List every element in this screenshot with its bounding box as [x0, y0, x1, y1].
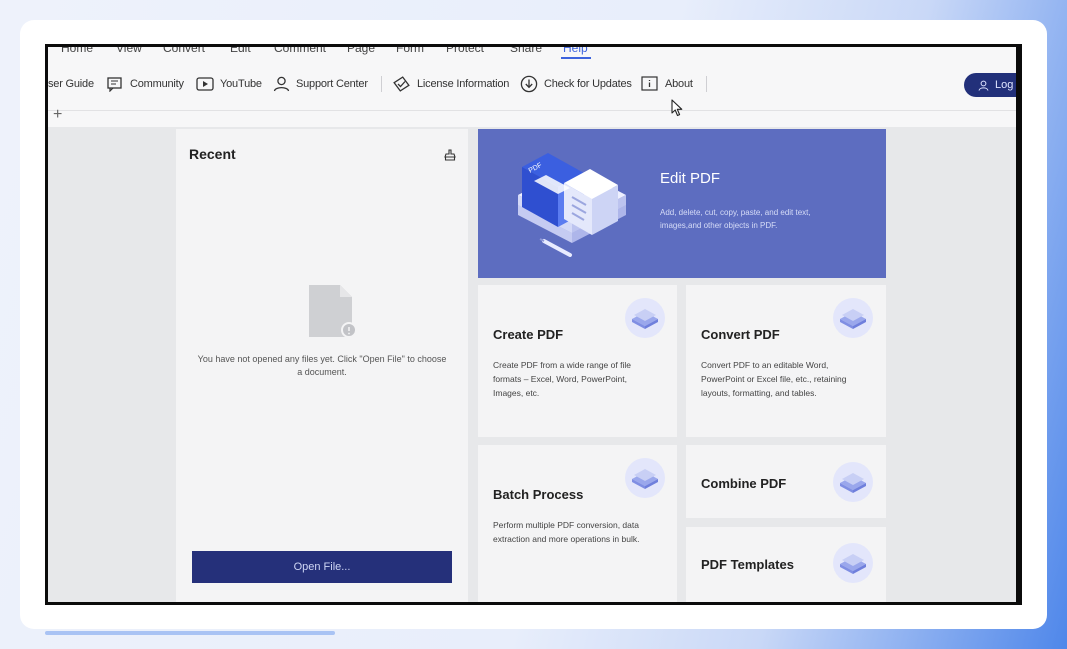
empty-recent-message: You have not opened any files yet. Click… — [197, 354, 447, 377]
menu-edit[interactable]: Edit — [230, 47, 251, 55]
menu-form[interactable]: Form — [396, 47, 424, 55]
login-label: Log — [995, 79, 1014, 91]
menu-protect[interactable]: Protect — [446, 47, 484, 55]
community-label: Community — [130, 78, 184, 90]
batch-process-card[interactable]: Batch Process Perform multiple PDF conve… — [478, 445, 677, 602]
check-for-updates-label: Check for Updates — [544, 78, 632, 90]
edit-pdf-title: Edit PDF — [660, 170, 721, 187]
video-progress-bar[interactable] — [45, 631, 335, 635]
check-for-updates-button[interactable]: Check for Updates — [520, 74, 632, 94]
info-icon — [641, 76, 658, 91]
menu-home[interactable]: Home — [61, 47, 93, 55]
about-label: About — [665, 78, 693, 90]
edit-pdf-description: Add, delete, cut, copy, paste, and edit … — [660, 208, 811, 230]
clear-recent-icon[interactable] — [444, 149, 456, 161]
create-pdf-card[interactable]: Create PDF Create PDF from a wide range … — [478, 285, 677, 437]
menu-comment[interactable]: Comment — [274, 47, 326, 55]
menu-view[interactable]: View — [116, 47, 142, 55]
support-center-button[interactable]: Support Center — [273, 74, 368, 94]
user-guide-label: ser Guide — [48, 78, 94, 90]
stack-icon — [625, 298, 665, 338]
batch-process-description: Perform multiple PDF conversion, data ex… — [493, 520, 640, 544]
create-pdf-title: Create PDF — [493, 327, 564, 342]
stack-icon — [833, 543, 873, 583]
menu-convert[interactable]: Convert — [163, 47, 205, 55]
help-toolbar: ser Guide Community YouTube Support Cent… — [48, 59, 1016, 111]
combine-pdf-card[interactable]: Combine PDF — [686, 445, 886, 518]
menu-bar: Home View Convert Edit Comment Page Form… — [48, 47, 1016, 59]
toolbar-divider — [706, 76, 707, 92]
menu-help[interactable]: Help — [563, 47, 588, 55]
recent-title: Recent — [189, 146, 236, 162]
open-file-label: Open File... — [293, 561, 351, 573]
stack-icon — [833, 462, 873, 502]
license-icon — [393, 76, 410, 92]
community-icon — [107, 76, 122, 92]
login-button[interactable]: Log — [964, 73, 1016, 97]
new-tab-button[interactable]: + — [53, 106, 62, 124]
pdf-templates-title: PDF Templates — [701, 557, 794, 572]
batch-process-title: Batch Process — [493, 487, 584, 502]
empty-file-icon — [309, 285, 357, 338]
combine-pdf-title: Combine PDF — [701, 476, 787, 491]
open-file-button[interactable]: Open File... — [192, 551, 452, 583]
menu-page[interactable]: Page — [347, 47, 375, 55]
download-icon — [520, 75, 538, 93]
license-information-button[interactable]: License Information — [392, 74, 509, 94]
convert-pdf-card[interactable]: Convert PDF Convert PDF to an editable W… — [686, 285, 886, 437]
youtube-icon — [196, 77, 214, 91]
convert-pdf-description: Convert PDF to an editable Word, PowerPo… — [701, 360, 847, 398]
about-button[interactable]: About — [641, 74, 693, 94]
toolbar-divider — [381, 76, 382, 92]
stack-icon — [833, 298, 873, 338]
edit-pdf-illustration: PDF — [518, 153, 626, 257]
person-icon — [273, 76, 290, 92]
app-window: Home View Convert Edit Comment Page Form… — [45, 44, 1022, 605]
pdf-templates-card[interactable]: PDF Templates — [686, 527, 886, 602]
user-guide-button[interactable]: ser Guide — [48, 74, 94, 94]
mouse-cursor-icon — [671, 99, 683, 117]
stack-icon — [625, 458, 665, 498]
license-information-label: License Information — [417, 78, 510, 90]
convert-pdf-title: Convert PDF — [701, 327, 780, 342]
edit-pdf-card[interactable]: PDF Edit PDF Add, delete, cut, copy, pas… — [478, 129, 886, 278]
recent-panel: Recent You have not opened any files yet… — [176, 129, 468, 602]
tab-bar: + — [48, 106, 1016, 127]
community-button[interactable]: Community — [107, 74, 184, 94]
support-center-label: Support Center — [296, 78, 368, 90]
youtube-label: YouTube — [220, 78, 262, 90]
menu-share[interactable]: Share — [510, 47, 542, 55]
create-pdf-description: Create PDF from a wide range of file for… — [493, 360, 631, 398]
youtube-button[interactable]: YouTube — [196, 74, 262, 94]
person-icon — [978, 80, 989, 91]
